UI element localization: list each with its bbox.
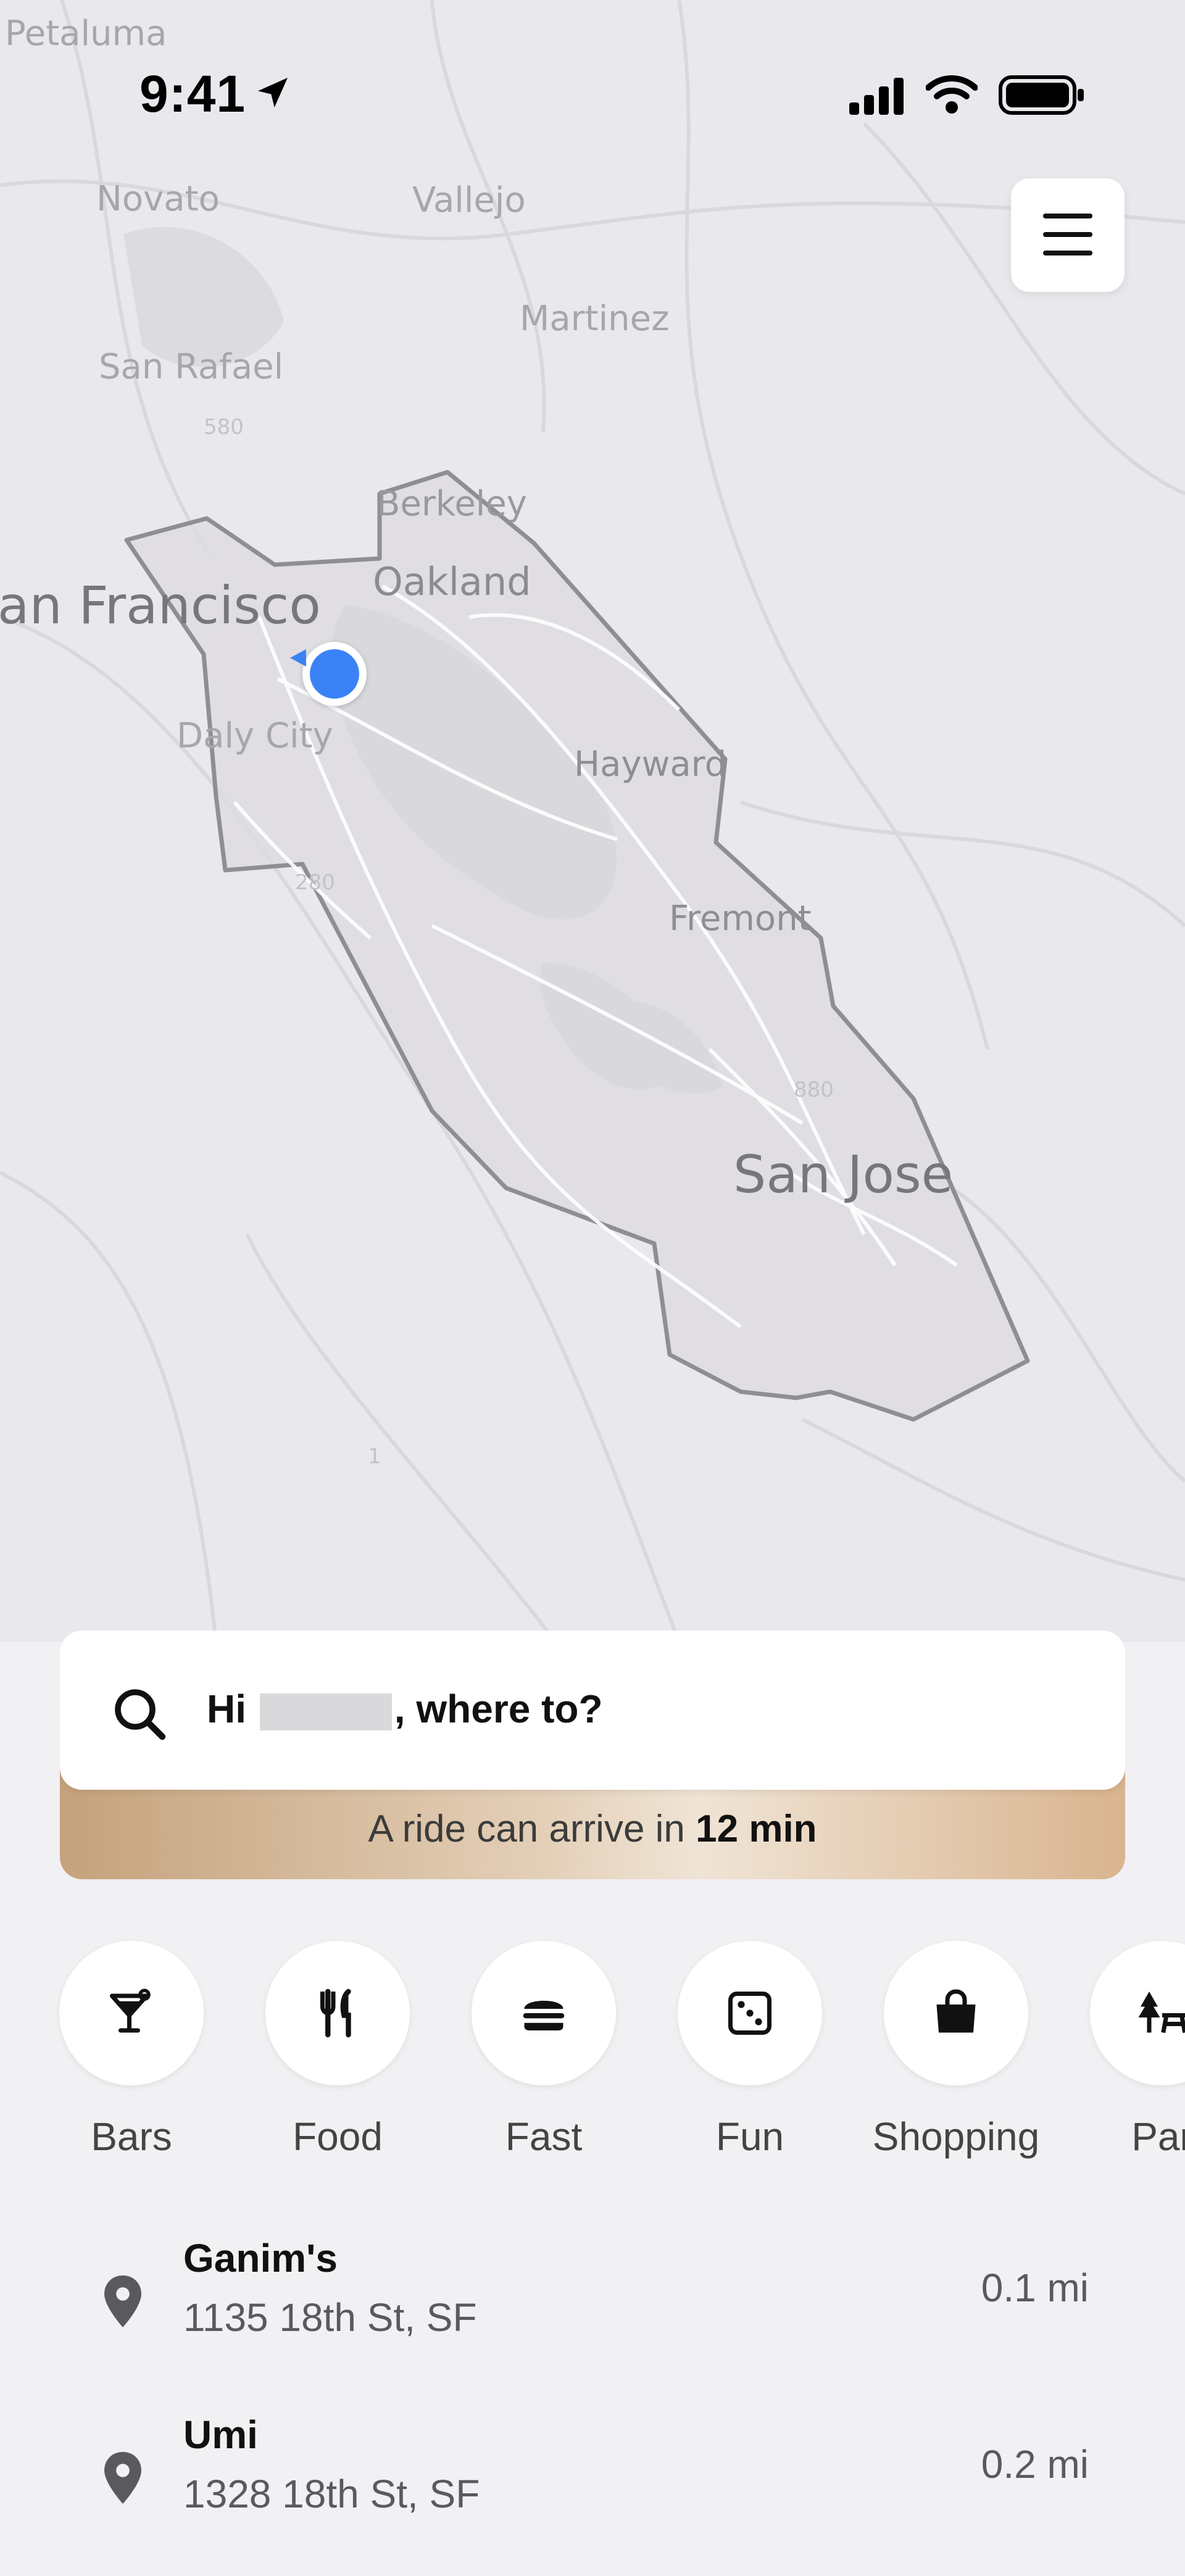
map-view[interactable]: Petaluma Novato Vallejo Martinez San Raf… — [0, 0, 1185, 1642]
category-fun[interactable]: Fun — [657, 1941, 842, 2159]
city-label-vallejo: Vallejo — [412, 180, 526, 220]
hamburger-menu-icon — [1043, 214, 1092, 256]
heading-indicator — [290, 649, 306, 667]
highway-label-580: 580 — [204, 415, 244, 439]
category-parks[interactable]: Par — [1070, 1941, 1185, 2159]
category-circle — [472, 1941, 616, 2085]
category-label: Fun — [715, 2114, 784, 2159]
redacted-user-name — [259, 1693, 392, 1731]
city-label-martinez: Martinez — [520, 299, 670, 339]
category-label: Par — [1131, 2114, 1185, 2159]
greeting-prefix: Hi — [207, 1687, 246, 1731]
place-address: 1328 18th St, SF — [183, 2472, 480, 2516]
category-shopping[interactable]: Shopping — [863, 1941, 1049, 2159]
greeting-suffix: , where to? — [394, 1687, 603, 1731]
park-icon — [1138, 1992, 1185, 2034]
city-label-san-rafael: San Rafael — [99, 347, 284, 387]
category-circle — [678, 1941, 822, 2085]
category-label: Bars — [91, 2114, 172, 2159]
category-circle — [1090, 1941, 1185, 2085]
city-label-daly-city: Daly City — [177, 716, 333, 756]
place-list-item[interactable]: Ganim's 1135 18th St, SF 0.1 mi — [0, 2222, 1185, 2370]
city-label-hayward: Hayward — [574, 744, 727, 784]
location-arrow-icon — [258, 78, 288, 107]
place-name: Ganim's — [183, 2236, 338, 2280]
eta-text: A ride can arrive in 12 min — [60, 1807, 1125, 1851]
menu-button[interactable] — [1011, 178, 1125, 292]
city-label-fremont: Fremont — [669, 899, 812, 939]
wifi-icon — [926, 75, 978, 114]
map-roads — [0, 0, 1185, 1642]
highway-label-280: 280 — [295, 870, 335, 895]
search-greeting: Hi , where to? — [207, 1686, 603, 1732]
cellular-signal-icon — [849, 78, 904, 115]
city-label-oakland: Oakland — [373, 559, 531, 604]
city-label-san-francisco: an Francisco — [0, 575, 321, 636]
eta-value: 12 min — [696, 1808, 817, 1850]
category-row: Bars Food Fast Fun Shopping Pa — [0, 1941, 1185, 2163]
place-distance: 0.2 mi — [981, 2442, 1089, 2487]
highway-label-880: 880 — [794, 1078, 834, 1102]
burger-icon — [523, 2000, 565, 2030]
category-fast[interactable]: Fast — [451, 1941, 636, 2159]
category-label: Shopping — [872, 2114, 1040, 2159]
highway-label-1: 1 — [368, 1444, 381, 1469]
current-location-marker — [302, 642, 367, 706]
category-label: Food — [293, 2114, 383, 2159]
place-list-item[interactable]: Umi 1328 18th St, SF 0.2 mi — [0, 2398, 1185, 2546]
category-bars[interactable]: Bars — [39, 1941, 224, 2159]
location-pin-icon — [104, 2275, 141, 2327]
category-food[interactable]: Food — [245, 1941, 430, 2159]
search-icon — [115, 1689, 166, 1740]
place-name: Umi — [183, 2412, 258, 2457]
status-bar: 9:41 — [0, 0, 1185, 185]
category-circle — [265, 1941, 410, 2085]
city-label-san-jose: San Jose — [733, 1144, 954, 1205]
dice-icon — [728, 1992, 771, 2035]
category-label: Fast — [505, 2114, 583, 2159]
search-card: A ride can arrive in 12 min Hi , where t… — [60, 1631, 1125, 1879]
category-circle — [884, 1941, 1028, 2085]
city-label-berkeley: Berkeley — [376, 484, 527, 524]
category-circle — [59, 1941, 204, 2085]
status-time: 9:41 — [139, 65, 246, 123]
battery-icon — [999, 75, 1084, 115]
shopping-bag-icon — [936, 1989, 976, 2033]
search-bar[interactable]: Hi , where to? — [60, 1631, 1125, 1790]
location-pin-icon — [104, 2452, 141, 2504]
cocktail-icon — [110, 1988, 151, 2033]
eta-prefix: A ride can arrive in — [368, 1808, 685, 1850]
fork-knife-icon — [320, 1988, 351, 2038]
place-distance: 0.1 mi — [981, 2266, 1089, 2310]
place-address: 1135 18th St, SF — [183, 2295, 477, 2340]
